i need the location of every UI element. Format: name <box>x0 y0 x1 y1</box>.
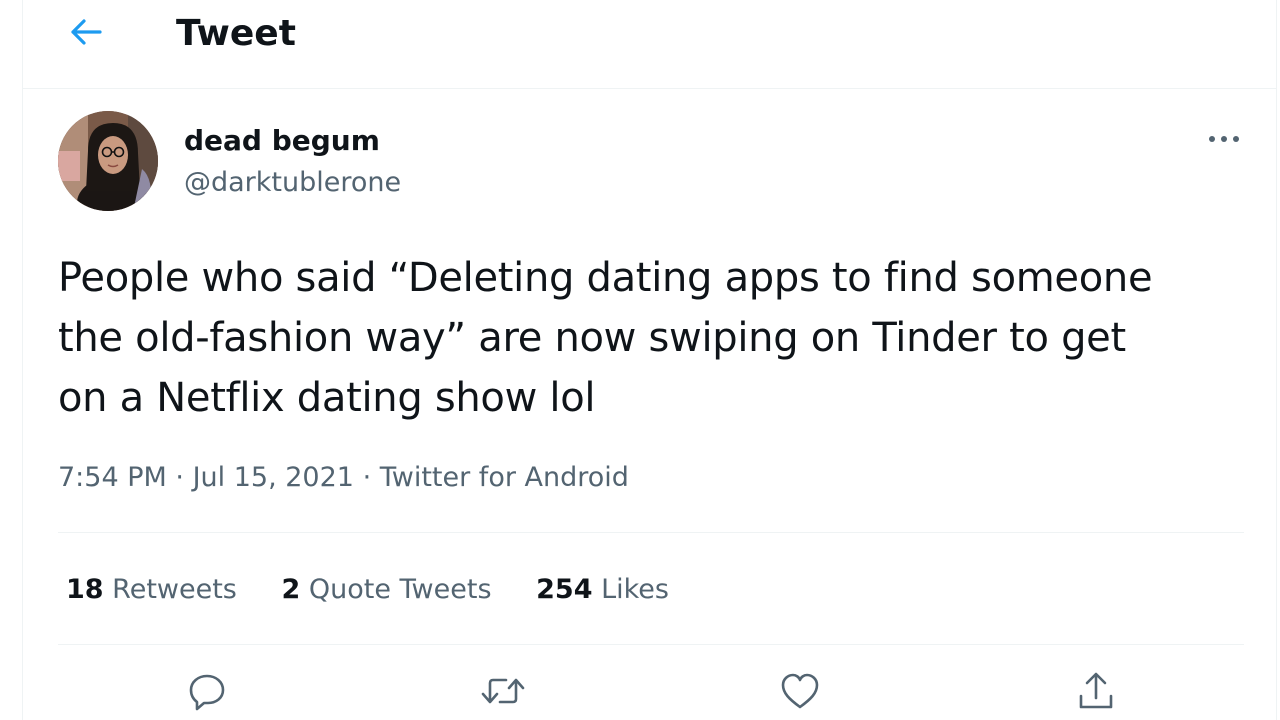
retweet-button[interactable] <box>475 666 531 720</box>
quote-tweets-count: 2 <box>281 574 301 605</box>
more-options-button[interactable] <box>1200 118 1248 158</box>
column-border-right <box>1276 0 1277 720</box>
meta-separator: · <box>362 462 380 493</box>
divider <box>58 532 1244 533</box>
tweet-time[interactable]: 7:54 PM <box>58 462 167 493</box>
page-title: Tweet <box>176 13 296 54</box>
retweet-icon <box>479 671 527 715</box>
tweet-page: Tweet dead begum @darktublerone People w… <box>0 0 1280 720</box>
like-button[interactable] <box>772 666 828 720</box>
reply-icon <box>187 671 227 715</box>
page-header: Tweet <box>23 0 1276 89</box>
back-button[interactable] <box>62 12 110 56</box>
arrow-left-icon <box>68 17 104 51</box>
divider <box>58 644 1244 645</box>
more-horizontal-icon <box>1207 129 1241 148</box>
like-icon <box>779 671 821 715</box>
avatar[interactable] <box>58 111 158 211</box>
tweet-date[interactable]: Jul 15, 2021 <box>193 462 354 493</box>
likes-stat[interactable]: 254 Likes <box>536 566 669 614</box>
retweets-stat[interactable]: 18 Retweets <box>66 566 237 614</box>
share-icon <box>1075 670 1117 716</box>
retweets-label: Retweets <box>112 574 237 605</box>
reply-button[interactable] <box>179 666 235 720</box>
author-name[interactable]: dead begum <box>184 121 380 161</box>
column-border-left <box>22 0 23 720</box>
tweet-meta: 7:54 PM · Jul 15, 2021 · Twitter for And… <box>58 456 629 500</box>
quote-tweets-stat[interactable]: 2 Quote Tweets <box>281 566 491 614</box>
likes-label: Likes <box>601 574 669 605</box>
tweet-stats: 18 Retweets 2 Quote Tweets 254 Likes <box>66 566 705 614</box>
tweet-source[interactable]: Twitter for Android <box>380 462 629 493</box>
tweet-text: People who said “Deleting dating apps to… <box>58 255 1153 421</box>
quote-tweets-label: Quote Tweets <box>308 574 492 605</box>
share-button[interactable] <box>1068 666 1124 720</box>
likes-count: 254 <box>536 574 593 605</box>
retweets-count: 18 <box>66 574 104 605</box>
meta-separator: · <box>175 462 193 493</box>
author-handle[interactable]: @darktublerone <box>184 163 401 203</box>
